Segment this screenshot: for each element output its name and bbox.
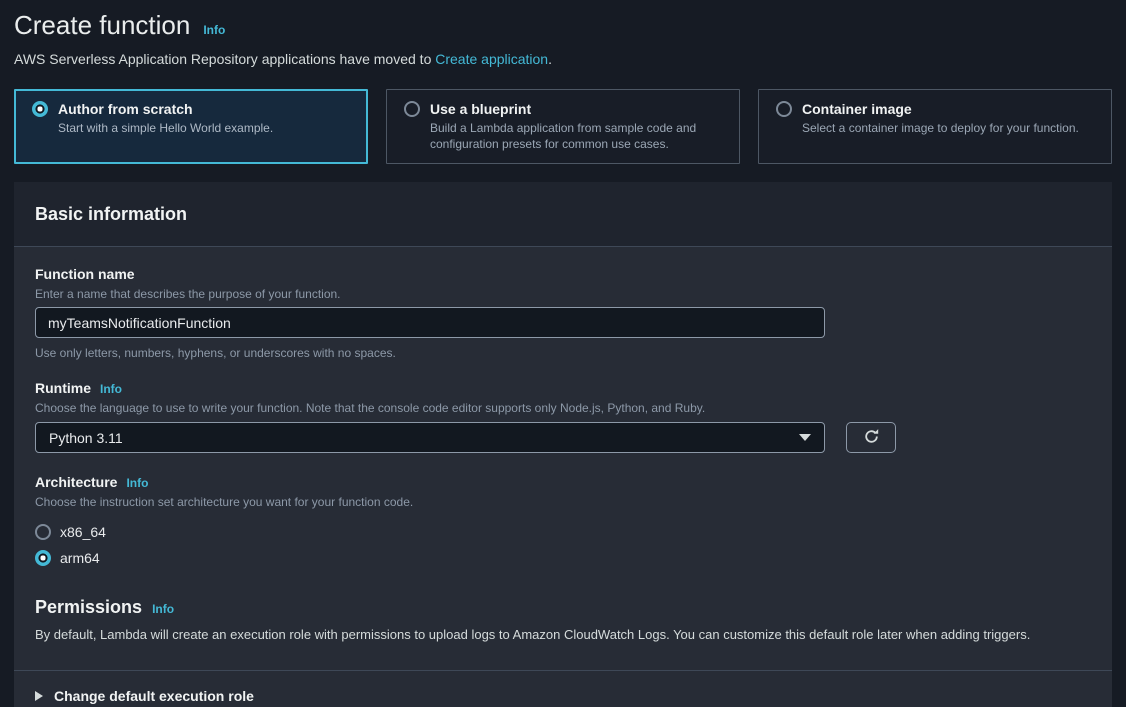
card-title: Use a blueprint bbox=[430, 101, 531, 117]
card-title: Author from scratch bbox=[58, 101, 193, 117]
page-title-info-link[interactable]: Info bbox=[203, 23, 225, 37]
radio-option-x86_64[interactable]: x86_64 bbox=[35, 519, 1091, 545]
architecture-label: Architecture bbox=[35, 473, 117, 491]
chevron-down-icon bbox=[799, 434, 811, 441]
architecture-label-row: Architecture Info bbox=[35, 473, 1091, 491]
card-description: Build a Lambda application from sample c… bbox=[430, 120, 722, 152]
radio-selected-icon[interactable] bbox=[35, 550, 51, 566]
function-name-label: Function name bbox=[35, 265, 1091, 283]
page-header: Create function Info bbox=[14, 9, 1112, 42]
card-use-a-blueprint[interactable]: Use a blueprint Build a Lambda applicati… bbox=[386, 89, 740, 164]
runtime-field: Runtime Info Choose the language to use … bbox=[35, 379, 1091, 453]
basic-information-header: Basic information bbox=[14, 182, 1112, 247]
function-name-constraint: Use only letters, numbers, hyphens, or u… bbox=[35, 345, 1091, 361]
radio-icon[interactable] bbox=[404, 101, 420, 117]
refresh-runtimes-button[interactable] bbox=[846, 422, 896, 453]
creation-option-cards: Author from scratch Start with a simple … bbox=[14, 89, 1112, 164]
card-head: Use a blueprint bbox=[404, 101, 722, 117]
radio-option-label: arm64 bbox=[60, 550, 100, 566]
create-application-link[interactable]: Create application bbox=[435, 51, 548, 67]
panel-footer: Change default execution role bbox=[14, 670, 1112, 707]
permissions-heading: Permissions bbox=[35, 596, 142, 618]
card-author-from-scratch[interactable]: Author from scratch Start with a simple … bbox=[14, 89, 368, 164]
runtime-description: Choose the language to use to write your… bbox=[35, 400, 1091, 416]
architecture-field: Architecture Info Choose the instruction… bbox=[35, 473, 1091, 571]
card-head: Author from scratch bbox=[32, 101, 350, 117]
runtime-info-link[interactable]: Info bbox=[100, 382, 122, 396]
card-head: Container image bbox=[776, 101, 1094, 117]
runtime-label-row: Runtime Info bbox=[35, 379, 1091, 397]
basic-information-panel: Basic information Function name Enter a … bbox=[14, 182, 1112, 707]
card-container-image[interactable]: Container image Select a container image… bbox=[758, 89, 1112, 164]
subtitle-text: AWS Serverless Application Repository ap… bbox=[14, 51, 435, 67]
runtime-label: Runtime bbox=[35, 379, 91, 397]
change-execution-role-expander[interactable]: Change default execution role bbox=[35, 687, 1091, 705]
page-title: Create function bbox=[14, 9, 190, 42]
section-heading: Basic information bbox=[35, 203, 1091, 225]
subtitle-period: . bbox=[548, 51, 552, 67]
runtime-select[interactable]: Python 3.11 bbox=[35, 422, 825, 453]
architecture-radio-group: x86_64 arm64 bbox=[35, 519, 1091, 571]
expand-caret-icon bbox=[35, 691, 43, 701]
card-description: Select a container image to deploy for y… bbox=[802, 120, 1094, 136]
runtime-selected-value: Python 3.11 bbox=[49, 430, 123, 446]
function-name-description: Enter a name that describes the purpose … bbox=[35, 286, 1091, 302]
radio-icon[interactable] bbox=[35, 524, 51, 540]
radio-option-arm64[interactable]: arm64 bbox=[35, 545, 1091, 571]
expander-label: Change default execution role bbox=[54, 688, 254, 704]
function-name-input[interactable] bbox=[35, 307, 825, 338]
refresh-icon bbox=[863, 428, 880, 448]
card-description: Start with a simple Hello World example. bbox=[58, 120, 350, 136]
radio-icon[interactable] bbox=[776, 101, 792, 117]
architecture-description: Choose the instruction set architecture … bbox=[35, 494, 1091, 510]
permissions-info-link[interactable]: Info bbox=[152, 602, 174, 616]
function-name-field: Function name Enter a name that describe… bbox=[35, 265, 1091, 361]
permissions-description: By default, Lambda will create an execut… bbox=[35, 627, 1091, 643]
radio-option-label: x86_64 bbox=[60, 524, 106, 540]
card-title: Container image bbox=[802, 101, 912, 117]
permissions-section: Permissions Info By default, Lambda will… bbox=[35, 596, 1091, 643]
radio-selected-icon[interactable] bbox=[32, 101, 48, 117]
runtime-select-row: Python 3.11 bbox=[35, 422, 1091, 453]
permissions-heading-row: Permissions Info bbox=[35, 596, 1091, 618]
architecture-info-link[interactable]: Info bbox=[126, 476, 148, 490]
page-subtitle: AWS Serverless Application Repository ap… bbox=[14, 50, 1112, 68]
create-function-page: Create function Info AWS Serverless Appl… bbox=[0, 0, 1126, 707]
basic-information-body: Function name Enter a name that describe… bbox=[14, 247, 1112, 670]
